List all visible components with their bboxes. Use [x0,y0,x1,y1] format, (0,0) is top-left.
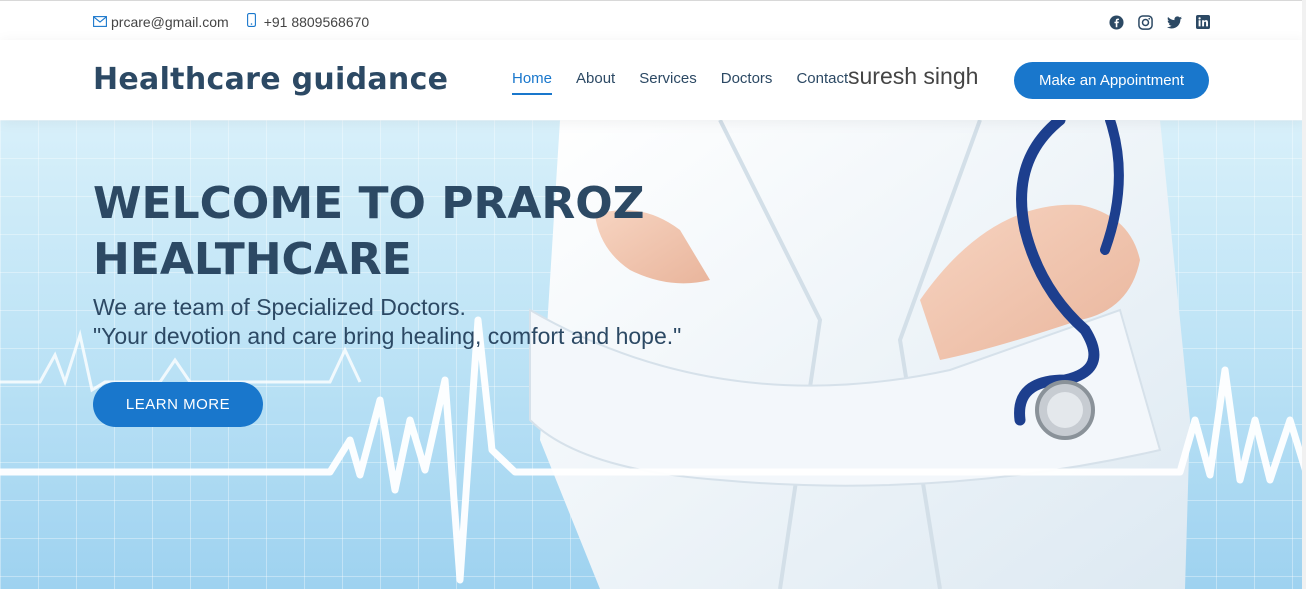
nav-about[interactable]: About [576,70,615,95]
site-header: Healthcare guidance Home About Services … [0,40,1306,120]
main-nav: Home About Services Doctors Contact [512,70,850,95]
phone-contact[interactable]: +91 8809568670 [246,13,370,30]
email-contact[interactable]: prcare@gmail.com [93,14,229,30]
scrollbar[interactable] [1302,0,1306,589]
linkedin-icon[interactable] [1195,14,1211,30]
nav-services[interactable]: Services [639,70,697,95]
twitter-icon[interactable] [1166,14,1182,30]
top-bar: prcare@gmail.com +91 8809568670 [0,0,1306,40]
instagram-icon[interactable] [1137,14,1153,30]
nav-doctors[interactable]: Doctors [721,70,773,95]
facebook-icon[interactable] [1108,14,1124,30]
contact-info: prcare@gmail.com +91 8809568670 [93,13,387,30]
nav-contact[interactable]: Contact [796,70,848,95]
hero-subtitle-line-2: "Your devotion and care bring healing, c… [93,323,682,349]
hero-section: WELCOME TO PRAROZ HEALTHCARE We are team… [0,120,1306,589]
phone-text: +91 8809568670 [263,13,370,30]
phone-icon [246,13,256,30]
hero-subtitle: We are team of Specialized Doctors. "You… [93,293,681,351]
nav-home[interactable]: Home [512,70,553,95]
hero-subtitle-line-1: We are team of Specialized Doctors. [93,294,466,320]
user-name[interactable]: suresh singh [848,63,978,90]
email-text: prcare@gmail.com [111,13,229,30]
site-logo[interactable]: Healthcare guidance [93,62,448,97]
learn-more-button[interactable]: LEARN MORE [93,382,263,427]
social-links [1095,14,1211,30]
envelope-icon [93,14,107,30]
hero-title: WELCOME TO PRAROZ HEALTHCARE [93,178,645,285]
make-appointment-button[interactable]: Make an Appointment [1014,62,1209,99]
